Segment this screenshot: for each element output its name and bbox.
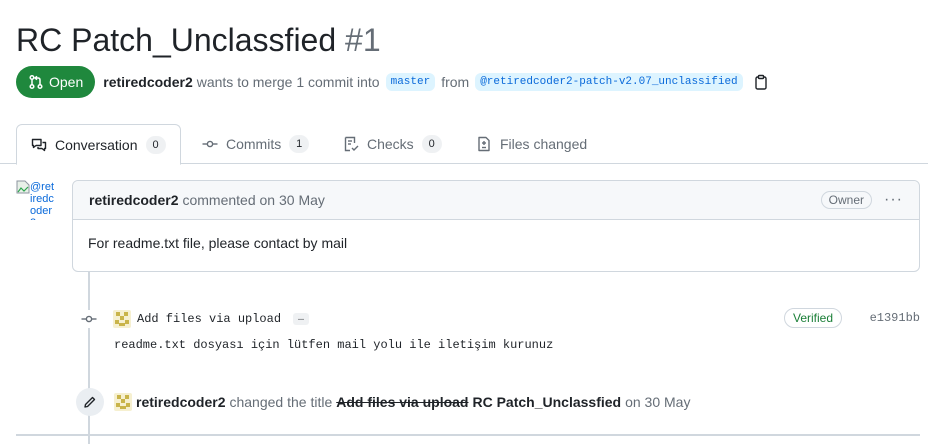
tab-commits-count: 1 [289, 135, 310, 153]
pr-number: #1 [345, 22, 381, 58]
commit-expand-button[interactable]: … [293, 313, 310, 325]
copy-icon[interactable] [753, 74, 769, 90]
merge-text: wants to merge 1 commit into [196, 74, 380, 90]
comment-action[interactable]: commented on 30 May [182, 192, 324, 208]
tab-conversation-label: Conversation [55, 136, 138, 153]
tab-checks-label: Checks [367, 136, 414, 152]
commit-row: Add files via upload … Verified e1391bb [80, 308, 928, 330]
owner-badge: Owner [820, 191, 873, 209]
old-title: Add files via upload [336, 394, 469, 410]
rename-event: retiredcoder2 changed the title Add file… [76, 388, 690, 416]
pr-meta: Open retiredcoder2 wants to merge 1 comm… [16, 66, 769, 98]
state-badge: Open [16, 66, 96, 98]
timeline-line [88, 272, 90, 444]
head-branch[interactable]: @retiredcoder2-patch-v2.07_unclassified [475, 73, 743, 91]
event-author-link[interactable]: retiredcoder2 [136, 394, 225, 410]
divider [16, 434, 920, 436]
tab-conversation[interactable]: Conversation 0 [16, 124, 181, 165]
comment-discussion-icon [31, 138, 47, 151]
from-text: from [441, 74, 470, 90]
tab-checks[interactable]: Checks 0 [329, 124, 456, 164]
comment-body: For readme.txt file, please contact by m… [88, 235, 348, 251]
event-action: changed the title [229, 394, 333, 410]
commit-sha-link[interactable]: e1391bb [870, 311, 920, 325]
file-diff-icon [478, 136, 490, 152]
git-pull-request-icon [29, 74, 43, 90]
git-commit-icon [202, 140, 218, 148]
tab-conversation-count: 0 [145, 135, 166, 154]
commit-description: readme.txt dosyası için lütfen mail yolu… [114, 338, 554, 352]
tab-checks-count: 0 [421, 135, 442, 153]
event-author-avatar[interactable] [114, 393, 132, 411]
new-title: RC Patch_Unclassfied [472, 394, 622, 410]
commit-author-avatar[interactable] [113, 310, 131, 328]
tab-commits-label: Commits [226, 136, 282, 152]
tab-commits[interactable]: Commits 1 [188, 124, 323, 164]
comment-author-link[interactable]: retiredcoder2 [89, 192, 178, 208]
pr-title-heading: RC Patch_Unclassfied #1 [16, 20, 381, 60]
broken-image-icon [16, 180, 30, 194]
pr-author-link[interactable]: retiredcoder2 [103, 74, 192, 90]
avatar[interactable]: @retiredcoder2 [16, 180, 56, 220]
state-label: Open [49, 74, 84, 90]
comment-box: retiredcoder2 commented on 30 May Owner … [72, 180, 920, 272]
comment-header: retiredcoder2 commented on 30 May Owner … [73, 181, 919, 220]
commit-message-link[interactable]: Add files via upload [137, 312, 281, 326]
base-branch[interactable]: master [385, 73, 436, 91]
checklist-icon [344, 136, 359, 152]
kebab-horizontal-icon[interactable]: ··· [884, 191, 903, 209]
pencil-icon [76, 388, 104, 416]
tab-files-changed[interactable]: Files changed [462, 124, 601, 164]
tab-files-changed-label: Files changed [500, 136, 588, 152]
pr-tabs: Conversation 0 Commits 1 Checks 0 Files … [0, 124, 928, 165]
verified-badge[interactable]: Verified [784, 308, 843, 328]
avatar-alt-text: @retiredcoder2 [30, 181, 55, 220]
pr-title: RC Patch_Unclassfied [16, 22, 337, 58]
git-commit-icon [80, 310, 98, 328]
event-date[interactable]: on 30 May [625, 394, 690, 410]
